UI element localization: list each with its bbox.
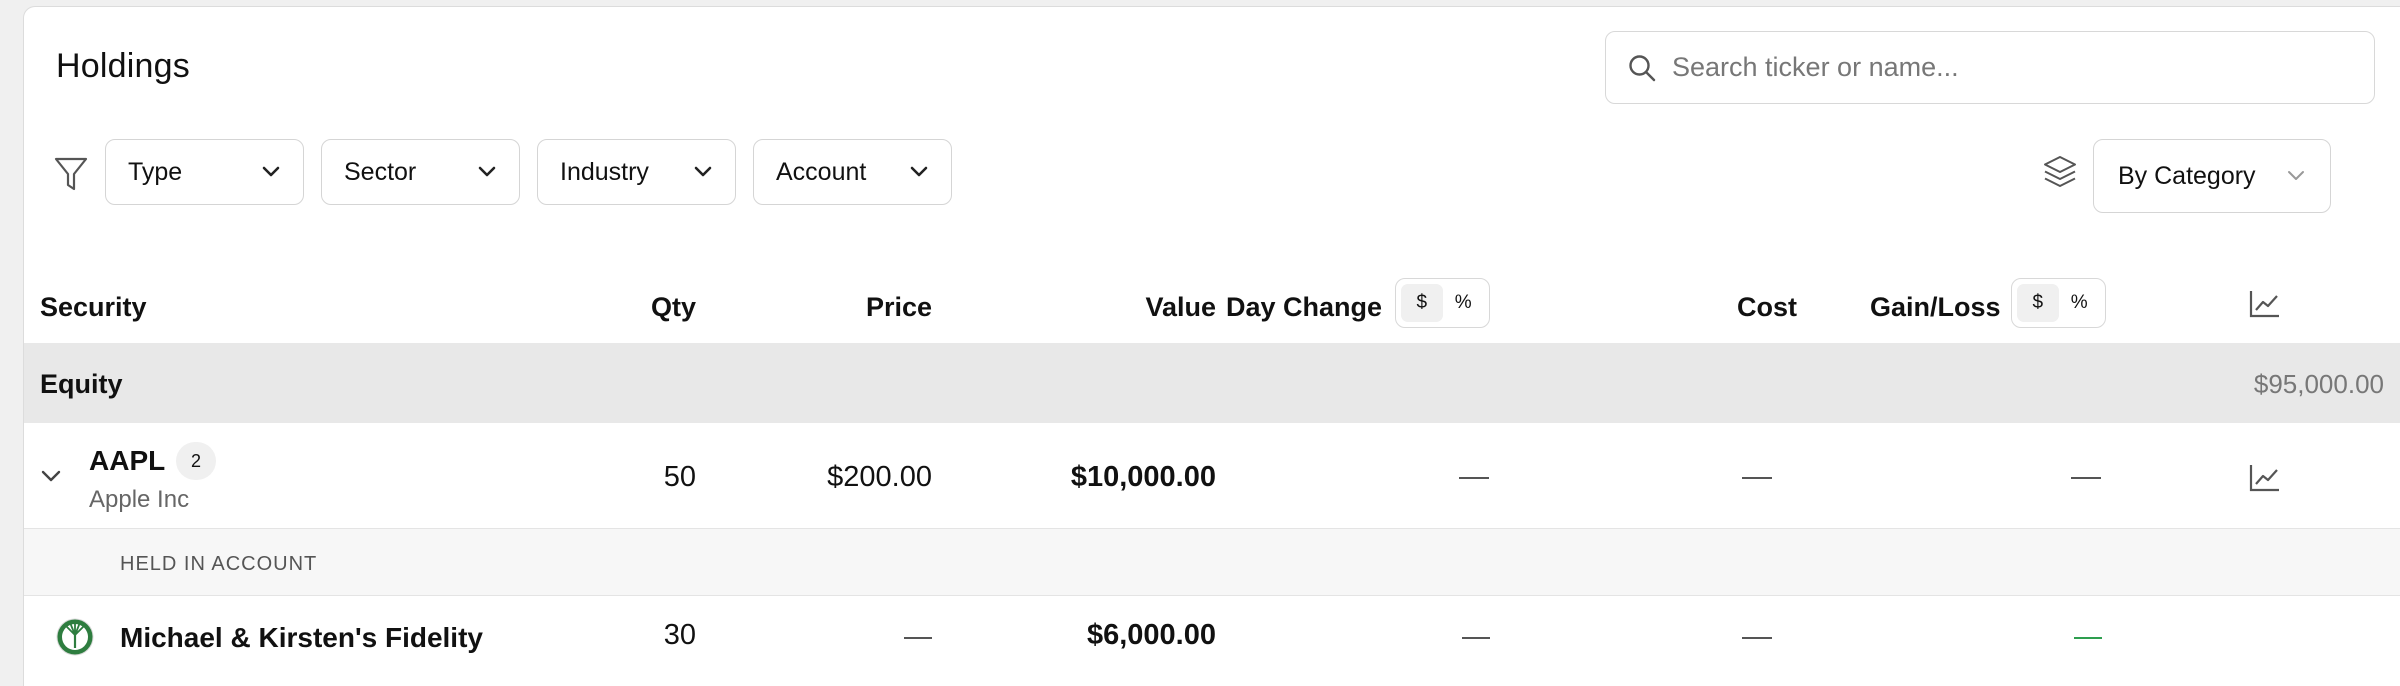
qty-cell: 30 xyxy=(663,619,696,651)
day-change-unit-toggle: $ % xyxy=(1395,278,1490,328)
account-holding-row[interactable]: Michael & Kirsten's Fidelity 30 $6,000.0… xyxy=(24,596,2400,686)
layers-icon xyxy=(2042,154,2078,190)
group-row-equity[interactable]: Equity $95,000.00 xyxy=(24,343,2400,423)
held-in-account-label: HELD IN ACCOUNT xyxy=(120,553,318,575)
account-name: Michael & Kirsten's Fidelity xyxy=(120,622,483,653)
held-in-account-header: HELD IN ACCOUNT xyxy=(24,529,2400,596)
column-header-day-change[interactable]: Day Change xyxy=(1226,292,1382,323)
sector-filter-label: Sector xyxy=(344,157,417,186)
group-label: Equity xyxy=(40,369,123,399)
day-change-cell xyxy=(1459,477,1489,479)
cost-cell xyxy=(1742,477,1772,479)
industry-filter-dropdown[interactable]: Industry xyxy=(537,139,736,205)
gain-loss-percent-toggle[interactable]: % xyxy=(2059,284,2101,322)
page-title: Holdings xyxy=(56,47,190,85)
chevron-down-icon[interactable] xyxy=(40,468,62,484)
account-filter-dropdown[interactable]: Account xyxy=(753,139,952,205)
day-change-cell xyxy=(1462,637,1490,639)
industry-filter-label: Industry xyxy=(560,157,649,186)
chart-line-icon xyxy=(2248,289,2282,319)
chevron-down-icon xyxy=(910,166,928,177)
value-cell: $10,000.00 xyxy=(1070,461,1216,493)
value-cell: $6,000.00 xyxy=(1086,619,1216,651)
chevron-down-icon xyxy=(262,166,280,177)
account-filter-label: Account xyxy=(776,157,867,186)
column-header-value[interactable]: Value xyxy=(1024,292,1216,323)
type-filter-dropdown[interactable]: Type xyxy=(105,139,304,205)
chevron-down-icon xyxy=(694,166,712,177)
gain-loss-unit-toggle: $ % xyxy=(2011,278,2106,328)
search-icon xyxy=(1626,52,1658,84)
column-header-gain-loss[interactable]: Gain/Loss xyxy=(1870,292,2001,323)
column-header-cost[interactable]: Cost xyxy=(1644,292,1797,323)
chevron-down-icon xyxy=(2288,171,2304,180)
chart-line-icon[interactable] xyxy=(2248,463,2282,493)
type-filter-label: Type xyxy=(128,157,183,186)
price-cell xyxy=(904,637,932,639)
column-header-qty[interactable]: Qty xyxy=(584,292,696,323)
qty-cell: 50 xyxy=(663,461,696,493)
gain-loss-cell xyxy=(2071,477,2101,479)
column-header-security[interactable]: Security xyxy=(40,292,147,323)
search-input[interactable]: Search ticker or name... xyxy=(1605,31,2375,104)
table-row[interactable]: AAPL 2 Apple Inc 50 $200.00 $10,000.00 xyxy=(24,423,2400,529)
search-placeholder: Search ticker or name... xyxy=(1672,52,1959,82)
fidelity-logo-icon xyxy=(56,618,94,656)
group-by-value: By Category xyxy=(2118,161,2256,190)
group-total: $95,000.00 xyxy=(2253,369,2384,399)
group-by-select[interactable]: By Category xyxy=(2093,139,2331,213)
day-change-percent-toggle[interactable]: % xyxy=(1443,284,1485,322)
gain-loss-dollar-toggle[interactable]: $ xyxy=(2017,284,2059,322)
chevron-down-icon xyxy=(478,166,496,177)
day-change-dollar-toggle[interactable]: $ xyxy=(1401,284,1443,322)
security-name: Apple Inc xyxy=(89,486,190,513)
sector-filter-dropdown[interactable]: Sector xyxy=(321,139,520,205)
column-header-price[interactable]: Price xyxy=(784,292,932,323)
cost-cell xyxy=(1742,637,1772,639)
price-cell: $200.00 xyxy=(827,461,932,493)
ticker-symbol: AAPL xyxy=(89,445,166,476)
gain-loss-cell xyxy=(2074,637,2102,639)
filter-icon[interactable] xyxy=(54,156,88,192)
holdings-panel: Holdings Search ticker or name... Type S… xyxy=(23,6,2400,686)
lot-count-badge: 2 xyxy=(176,442,216,480)
